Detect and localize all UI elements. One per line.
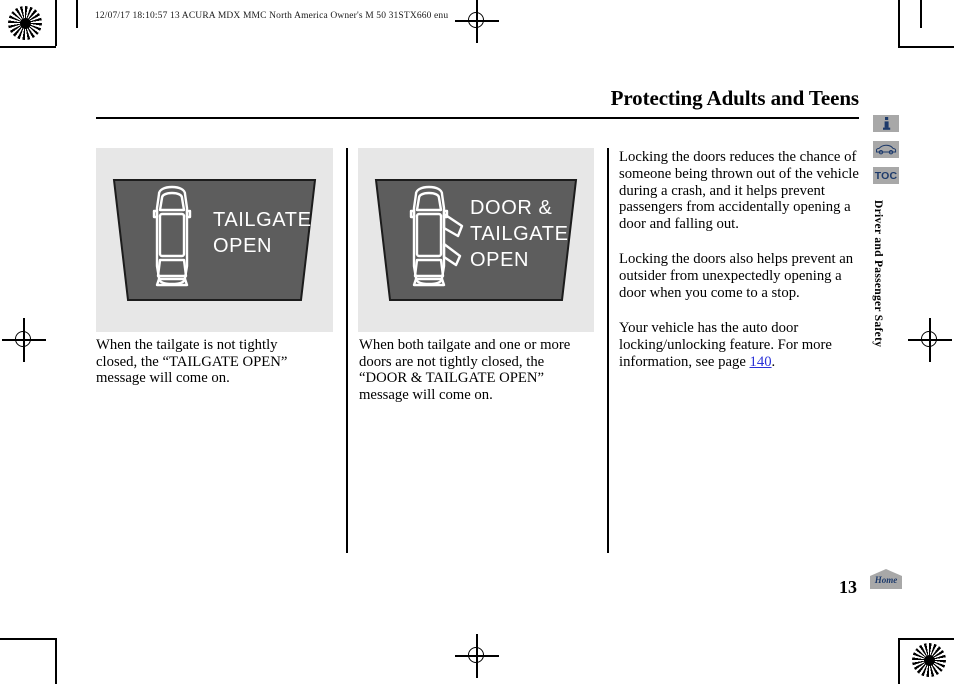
figure-door-and-tailgate-open: DOOR & TAILGATE OPEN — [358, 148, 594, 332]
body-paragraph-2: Locking the doors also helps prevent an … — [619, 251, 854, 301]
color-target-bottom-right — [912, 643, 946, 677]
info-icon[interactable] — [873, 115, 899, 132]
title-divider — [96, 117, 859, 119]
scan-header-line: 12/07/17 18:10:57 13 ACURA MDX MMC North… — [95, 11, 449, 21]
display-line-1: DOOR & — [470, 197, 553, 219]
body-paragraph-3: Your vehicle has the auto door locking/u… — [619, 320, 859, 370]
registration-mark-left — [2, 318, 46, 362]
registration-circle — [15, 331, 31, 347]
crop-mark-top-right-vertical — [898, 0, 900, 46]
crop-mark-bottom-right-vertical — [898, 638, 900, 684]
display-line-2: TAILGATE — [470, 223, 569, 245]
crop-mark-top-left-inner-vertical — [76, 0, 78, 28]
crop-mark-top-left-vertical — [55, 0, 57, 46]
crop-mark-top-left-horizontal — [0, 46, 56, 48]
display-line-3: OPEN — [470, 249, 529, 271]
color-target-top-left — [8, 6, 42, 40]
registration-circle — [468, 647, 484, 663]
crop-mark-top-right-inner-vertical — [920, 0, 922, 28]
display-line-1: TAILGATE — [213, 209, 312, 231]
home-label: Home — [874, 575, 898, 585]
vehicle-icon[interactable] — [873, 141, 899, 158]
figure-2-caption: When both tailgate and one or more doors… — [359, 337, 571, 403]
crop-mark-bottom-left-horizontal — [0, 638, 56, 640]
registration-mark-bottom — [455, 634, 499, 678]
home-glyph: Home — [870, 569, 902, 589]
body-paragraph-3-period: . — [771, 353, 776, 370]
registration-circle — [921, 331, 937, 347]
figure-tailgate-open: TAILGATE OPEN — [96, 148, 333, 332]
page-number: 13 — [839, 577, 857, 597]
crop-mark-bottom-right-horizontal — [898, 638, 954, 640]
toc-icon[interactable]: TOC — [873, 167, 899, 184]
body-paragraph-1: Locking the doors reduces the chance of … — [619, 149, 859, 233]
figure-1-caption: When the tailgate is not tightly closed,… — [96, 337, 288, 387]
registration-circle — [468, 12, 484, 28]
crop-mark-top-right-horizontal — [898, 46, 954, 48]
page-title: Protecting Adults and Teens — [610, 86, 859, 110]
car-side-glyph — [876, 144, 897, 155]
display-line-2: OPEN — [213, 235, 272, 257]
tailgate-open-display-illustration: TAILGATE OPEN — [112, 179, 317, 301]
crop-mark-bottom-left-vertical — [55, 638, 57, 684]
body-paragraph-3-text: Your vehicle has the auto door locking/u… — [619, 320, 832, 370]
door-tailgate-open-display-illustration: DOOR & TAILGATE OPEN — [374, 179, 578, 301]
home-button[interactable]: Home — [869, 568, 903, 590]
registration-mark-right — [908, 318, 952, 362]
registration-mark-top — [455, 0, 499, 43]
section-side-tab: Driver and Passenger Safety — [872, 200, 884, 348]
column-divider-2 — [607, 148, 610, 553]
column-divider-1 — [346, 148, 349, 553]
info-glyph — [882, 117, 890, 130]
page-reference-link[interactable]: 140 — [750, 354, 772, 370]
